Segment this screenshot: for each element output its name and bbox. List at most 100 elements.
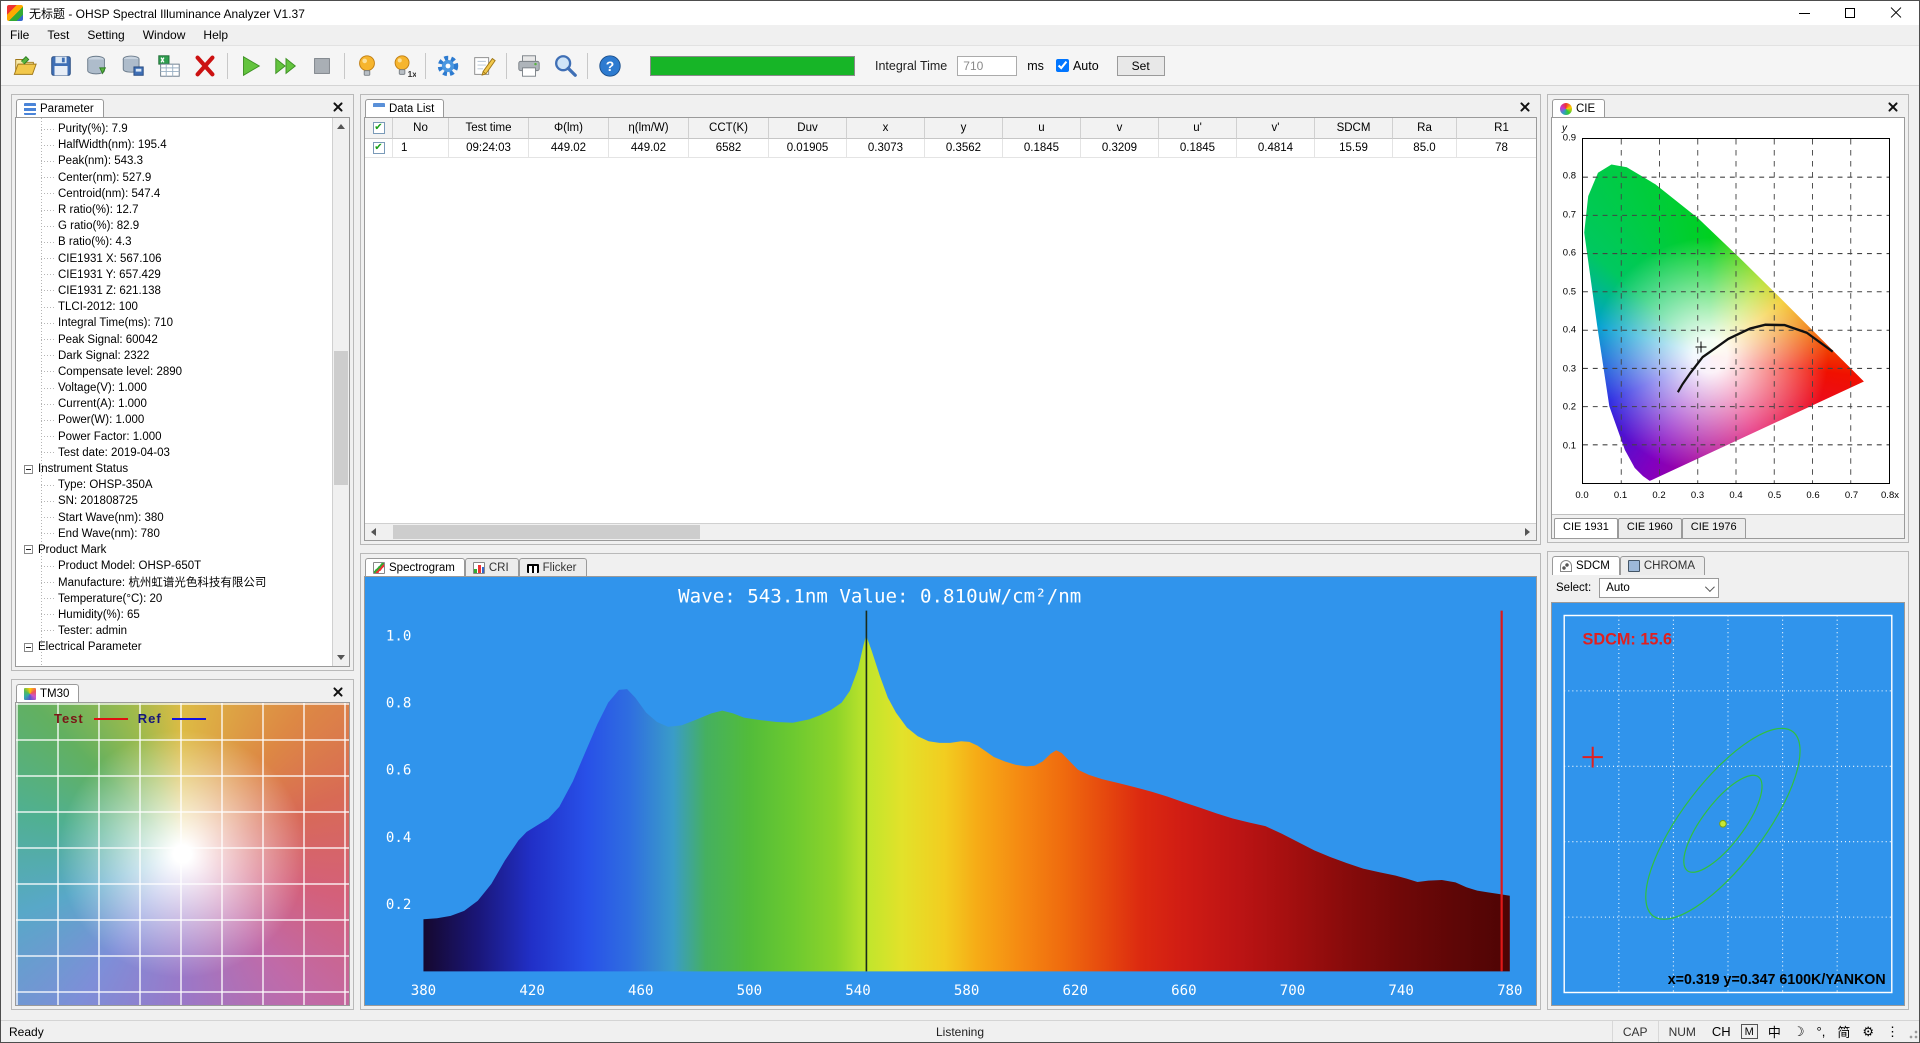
tab[interactable]: CRI (464, 558, 519, 577)
tree-item[interactable]: End Wave(nm): 780 (16, 526, 332, 542)
tab-tm30[interactable]: TM30 (16, 684, 80, 703)
checkbox-checked-icon[interactable] (372, 122, 385, 134)
tab[interactable]: SDCM (1552, 556, 1620, 575)
scroll-left-icon[interactable] (365, 524, 382, 540)
cie-close-button[interactable] (1888, 99, 1902, 113)
tree-item[interactable]: Dark Signal: 2322 (16, 348, 332, 364)
column-header[interactable]: Φ(lm) (529, 118, 609, 139)
zoom-search-button[interactable] (547, 49, 583, 83)
tree-item[interactable]: Integral Time(ms): 710 (16, 315, 332, 331)
menu-item[interactable]: Window (134, 26, 195, 44)
tree-item[interactable]: CIE1931 X: 567.106 (16, 251, 332, 267)
tree-item[interactable]: CIE1931 Z: 621.138 (16, 283, 332, 299)
table-row[interactable]: 109:24:03449.02449.0265820.019050.30730.… (365, 139, 1536, 158)
tab-cie[interactable]: CIE (1552, 99, 1606, 118)
settings-button[interactable] (430, 49, 466, 83)
set-button[interactable]: Set (1116, 55, 1165, 76)
tree-item[interactable]: Humidity(%): 65 (16, 607, 332, 623)
cie-standard-tab[interactable]: CIE 1976 (1681, 518, 1746, 538)
tree-item[interactable]: Product Mark (16, 542, 332, 558)
scrollbar-thumb[interactable] (334, 350, 348, 485)
status-indicator[interactable]: 简 (1831, 1021, 1856, 1042)
maximize-button[interactable] (1827, 1, 1873, 25)
run-button[interactable] (232, 49, 268, 83)
tm30-close-button[interactable] (333, 684, 347, 698)
export-database-report-button[interactable] (115, 49, 151, 83)
column-header[interactable]: Ra (1393, 118, 1457, 139)
tree-item[interactable]: Tester: admin (16, 623, 332, 639)
column-header[interactable]: No (393, 118, 449, 139)
tree-item[interactable]: R ratio(%): 12.7 (16, 202, 332, 218)
column-header[interactable]: u (1003, 118, 1081, 139)
menu-item[interactable]: Setting (78, 26, 133, 44)
row-checkbox-cell[interactable] (365, 139, 393, 158)
tree-item[interactable]: Compensate level: 2890 (16, 364, 332, 380)
save-button[interactable] (43, 49, 79, 83)
column-header[interactable]: v (1081, 118, 1159, 139)
tree-item[interactable]: Electrical Parameter (16, 639, 332, 655)
tree-item[interactable]: Peak Signal: 60042 (16, 331, 332, 347)
tree-item[interactable]: Power Factor: 1.000 (16, 429, 332, 445)
delete-button[interactable] (187, 49, 223, 83)
tree-item[interactable]: Product Model: OHSP-650T (16, 558, 332, 574)
print-button[interactable] (511, 49, 547, 83)
column-header[interactable]: v' (1237, 118, 1315, 139)
tree-item[interactable]: Peak(nm): 543.3 (16, 153, 332, 169)
data-list-close-button[interactable] (1520, 99, 1534, 113)
status-indicator[interactable]: °, (1811, 1021, 1832, 1042)
status-indicator[interactable]: 中 (1762, 1021, 1787, 1042)
tree-item[interactable]: Temperature(°C): 20 (16, 590, 332, 606)
minimize-button[interactable] (1781, 1, 1827, 25)
tab[interactable]: Spectrogram (365, 558, 465, 577)
collapse-icon[interactable] (24, 642, 33, 652)
sdcm-mode-select[interactable]: Auto (1599, 578, 1720, 598)
parameter-scrollbar[interactable] (332, 118, 349, 666)
column-header[interactable]: Test time (449, 118, 529, 139)
column-header[interactable]: SDCM (1315, 118, 1393, 139)
stop-button[interactable] (304, 49, 340, 83)
help-button[interactable]: ? (592, 49, 628, 83)
tree-item[interactable]: Current(A): 1.000 (16, 396, 332, 412)
tree-item[interactable]: HalfWidth(nm): 195.4 (16, 137, 332, 153)
status-indicator[interactable]: CH (1706, 1021, 1737, 1042)
tree-item[interactable]: Instrument Status (16, 461, 332, 477)
status-indicator[interactable]: ☽ (1787, 1021, 1811, 1042)
tree-item[interactable]: SN: 201808725 (16, 493, 332, 509)
auto-checkbox[interactable] (1055, 59, 1069, 72)
tab[interactable]: CHROMA (1619, 556, 1705, 575)
tree-item[interactable]: B ratio(%): 4.3 (16, 234, 332, 250)
status-indicator[interactable]: NUM (1657, 1021, 1706, 1042)
tab[interactable]: Flicker (518, 558, 587, 577)
run-continuous-button[interactable] (268, 49, 304, 83)
excel-report-button[interactable] (151, 49, 187, 83)
lamp-button[interactable] (349, 49, 385, 83)
tree-item[interactable]: Test date: 2019-04-03 (16, 445, 332, 461)
tree-item[interactable]: CIE1931 Y: 657.429 (16, 267, 332, 283)
status-indicator[interactable]: ⋮ (1880, 1021, 1905, 1042)
tree-item[interactable]: Manufacture: 杭州虹谱光色科技有限公司 (16, 574, 332, 590)
tree-item[interactable]: Centroid(nm): 547.4 (16, 186, 332, 202)
tree-item[interactable]: Voltage(V): 1.000 (16, 380, 332, 396)
tree-item[interactable]: Start Wave(nm): 380 (16, 510, 332, 526)
column-header[interactable]: CCT(K) (689, 118, 769, 139)
scroll-right-icon[interactable] (1519, 524, 1536, 540)
menu-item[interactable]: Test (38, 26, 78, 44)
column-header[interactable]: u' (1159, 118, 1237, 139)
tab-data-list[interactable]: Data List (365, 99, 445, 118)
cie-standard-tab[interactable]: CIE 1931 (1554, 518, 1618, 538)
tree-item[interactable]: Type: OHSP-350A (16, 477, 332, 493)
tree-item[interactable]: Power(W): 1.000 (16, 412, 332, 428)
status-indicator[interactable]: CAP (1611, 1021, 1658, 1042)
column-header[interactable]: η(lm/W) (609, 118, 689, 139)
tree-item[interactable]: G ratio(%): 82.9 (16, 218, 332, 234)
scrollbar-thumb[interactable] (393, 525, 701, 539)
export-database-button[interactable] (79, 49, 115, 83)
resize-grip[interactable] (1905, 1021, 1919, 1042)
parameter-close-button[interactable] (333, 99, 347, 113)
column-header[interactable]: R1 (1457, 118, 1536, 139)
scroll-up-icon[interactable] (333, 118, 349, 135)
open-button[interactable] (7, 49, 43, 83)
data-list-hscrollbar[interactable] (365, 523, 1536, 540)
select-all-cell[interactable] (365, 118, 393, 139)
tree-item[interactable]: Purity(%): 7.9 (16, 121, 332, 137)
